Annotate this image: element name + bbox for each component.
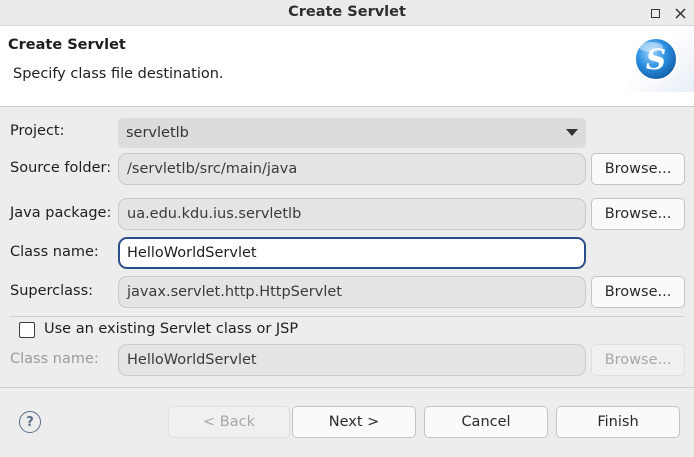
existing-class-name-field: HelloWorldServlet xyxy=(118,344,586,376)
existing-class-name-value: HelloWorldServlet xyxy=(127,352,257,368)
class-name-value: HelloWorldServlet xyxy=(127,245,257,261)
header-description: Specify class file destination. xyxy=(13,66,224,82)
existing-class-browse-button: Browse... xyxy=(591,344,685,376)
next-button[interactable]: Next > xyxy=(292,406,416,438)
project-label: Project: xyxy=(10,123,65,139)
source-folder-label: Source folder: xyxy=(10,160,112,176)
servlet-logo-icon: S xyxy=(634,37,678,81)
use-existing-label[interactable]: Use an existing Servlet class or JSP xyxy=(44,321,298,337)
java-package-value: ua.edu.kdu.ius.servletlb xyxy=(127,206,302,222)
project-select[interactable]: servletlb xyxy=(118,118,586,148)
superclass-field[interactable]: javax.servlet.http.HttpServlet xyxy=(118,276,586,308)
class-name-label: Class name: xyxy=(10,244,99,260)
dialog-header: Create Servlet Specify class file destin… xyxy=(0,26,694,107)
back-button: < Back xyxy=(168,406,290,438)
window-title: Create Servlet xyxy=(288,4,406,20)
superclass-value: javax.servlet.http.HttpServlet xyxy=(127,284,342,300)
use-existing-checkbox[interactable] xyxy=(19,322,35,338)
java-package-field[interactable]: ua.edu.kdu.ius.servletlb xyxy=(118,198,586,230)
title-bar: Create Servlet xyxy=(0,0,694,26)
chevron-down-icon xyxy=(566,129,578,136)
help-icon[interactable]: ? xyxy=(19,411,41,433)
existing-class-name-label: Class name: xyxy=(10,351,99,367)
servlet-logo: S xyxy=(628,26,694,92)
section-divider xyxy=(10,316,684,317)
footer-divider xyxy=(0,387,694,388)
source-folder-field[interactable]: /servletlb/src/main/java xyxy=(118,153,586,185)
cancel-button[interactable]: Cancel xyxy=(424,406,548,438)
finish-button[interactable]: Finish xyxy=(556,406,680,438)
project-select-value: servletlb xyxy=(126,125,189,141)
source-folder-browse-button[interactable]: Browse... xyxy=(591,153,685,185)
close-icon xyxy=(674,7,686,19)
superclass-browse-button[interactable]: Browse... xyxy=(591,276,685,308)
close-button[interactable] xyxy=(670,3,690,23)
superclass-label: Superclass: xyxy=(10,283,94,299)
header-title: Create Servlet xyxy=(8,37,126,53)
maximize-button[interactable] xyxy=(645,3,665,23)
java-package-label: Java package: xyxy=(10,205,112,221)
maximize-icon xyxy=(650,8,660,18)
java-package-browse-button[interactable]: Browse... xyxy=(591,198,685,230)
class-name-input[interactable]: HelloWorldServlet xyxy=(118,237,586,269)
source-folder-value: /servletlb/src/main/java xyxy=(127,161,298,177)
svg-text:S: S xyxy=(646,43,666,76)
